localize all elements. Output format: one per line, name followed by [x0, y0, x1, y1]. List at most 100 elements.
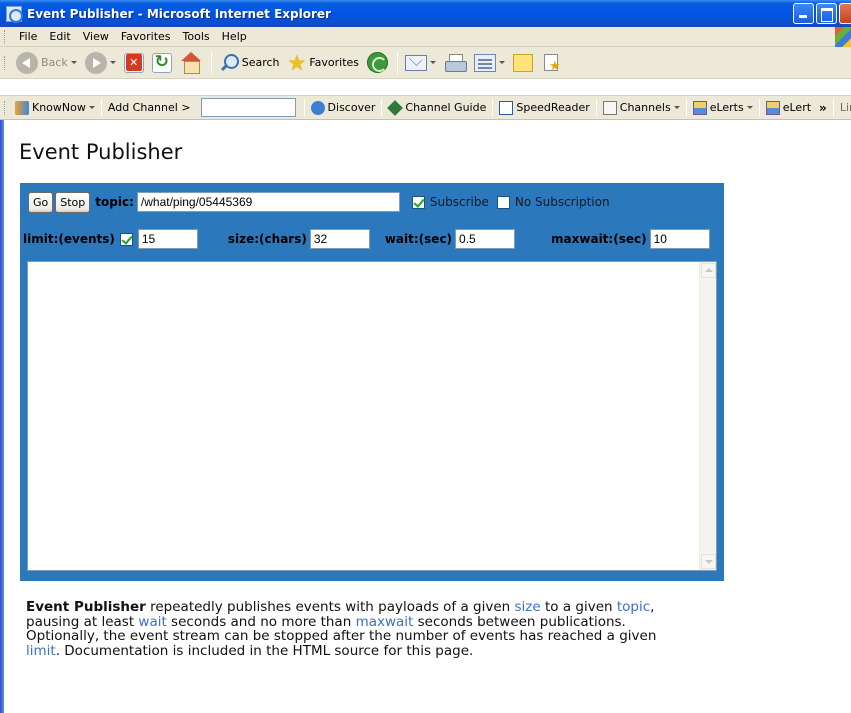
back-button[interactable]: Back: [13, 50, 80, 76]
toolbar-separator: [303, 99, 305, 116]
stop-publishing-button[interactable]: Stop: [55, 191, 91, 213]
menu-file[interactable]: File: [13, 30, 43, 43]
menu-favorites[interactable]: Favorites: [115, 30, 177, 43]
window-title-bar: Event Publisher - Microsoft Internet Exp…: [0, 0, 851, 27]
chevron-down-icon[interactable]: [109, 61, 116, 64]
parameters-row: limit:(events) 15 size:(chars) 32 wait:(…: [23, 228, 718, 250]
maxwait-input[interactable]: 10: [649, 229, 710, 249]
go-button[interactable]: Go: [28, 191, 54, 213]
edit-icon: [474, 53, 497, 72]
search-label: Search: [241, 56, 280, 69]
toolbar-grip[interactable]: [4, 29, 7, 44]
wait-input[interactable]: 0.5: [455, 229, 516, 249]
channels-menu[interactable]: Channels: [599, 97, 684, 118]
toolbar-grip[interactable]: [4, 100, 5, 115]
window-controls: [793, 3, 851, 24]
elerts-label: eLerts: [709, 101, 744, 114]
favorites-label: Favorites: [309, 56, 360, 69]
subscribe-label: Subscribe: [429, 195, 489, 209]
vertical-scrollbar[interactable]: [699, 262, 716, 570]
more-chevron[interactable]: »: [819, 101, 827, 115]
subscribe-checkbox[interactable]: [411, 195, 425, 209]
chevron-down-icon: [88, 106, 95, 109]
event-log-textarea[interactable]: [27, 261, 717, 571]
discover-button[interactable]: Discover: [307, 97, 380, 118]
mail-button[interactable]: [402, 50, 439, 76]
menu-tools[interactable]: Tools: [177, 30, 216, 43]
toolbar-separator: [100, 99, 102, 116]
topic-input[interactable]: /what/ping/05445369: [136, 192, 400, 212]
size-input[interactable]: 32: [309, 229, 370, 249]
toolbar-grip[interactable]: [4, 55, 7, 70]
stop-icon: [123, 52, 144, 73]
description-text: . Documentation is included in the HTML …: [55, 642, 474, 659]
toolbar-separator: [758, 99, 760, 116]
topic-label: topic:: [95, 195, 134, 209]
search-icon: [219, 53, 239, 73]
forward-button[interactable]: [82, 50, 119, 76]
refresh-button[interactable]: [149, 50, 175, 76]
minimize-icon[interactable]: [793, 3, 814, 24]
discuss-button[interactable]: [510, 50, 536, 76]
add-channel-button[interactable]: Add Channel >: [104, 97, 195, 118]
channels-label: Channels: [619, 101, 671, 114]
window-title: Event Publisher - Microsoft Internet Exp…: [27, 6, 331, 21]
channel-guide-button[interactable]: Channel Guide: [384, 97, 490, 118]
no-subscription-label: No Subscription: [514, 195, 610, 209]
toolbar-separator: [210, 51, 212, 74]
menu-view[interactable]: View: [77, 30, 115, 43]
no-subscription-checkbox[interactable]: [496, 195, 510, 209]
search-button[interactable]: Search: [216, 50, 283, 76]
chevron-down-icon[interactable]: [499, 61, 506, 64]
maxwait-label: maxwait:(sec): [551, 232, 647, 246]
menu-edit[interactable]: Edit: [43, 30, 76, 43]
close-icon[interactable]: [839, 3, 851, 24]
chevron-down-icon[interactable]: [430, 61, 437, 64]
maximize-icon[interactable]: [816, 3, 837, 24]
size-label: size:(chars): [227, 232, 307, 246]
print-button[interactable]: [441, 50, 469, 76]
favorites-button[interactable]: ★ Favorites: [285, 50, 363, 76]
knownow-label: KnowNow: [32, 101, 86, 114]
limit-keyword: limit: [26, 642, 56, 659]
channel-input[interactable]: [200, 98, 296, 117]
menu-help[interactable]: Help: [216, 30, 253, 43]
knownow-menu[interactable]: KnowNow: [11, 97, 99, 118]
media-button[interactable]: [364, 50, 391, 76]
links-label[interactable]: Links: [840, 101, 851, 114]
chevron-down-icon: [673, 106, 680, 109]
elert-label: eLert: [782, 101, 812, 114]
back-label: Back: [41, 56, 68, 69]
toolbar-separator: [832, 99, 834, 116]
chevron-down-icon[interactable]: [70, 61, 77, 64]
limit-input[interactable]: 15: [137, 229, 198, 249]
elert-icon: [765, 100, 780, 115]
home-button[interactable]: [177, 50, 205, 76]
edit-button[interactable]: [471, 50, 508, 76]
channel-guide-label: Channel Guide: [405, 101, 487, 114]
limit-label: limit:(events): [23, 232, 115, 246]
standard-toolbar: Back Search ★ Favorites: [0, 47, 851, 79]
ie-logo-icon: [6, 5, 23, 23]
windows-logo-icon: [835, 27, 851, 47]
window-border: [0, 120, 4, 713]
wait-label: wait:(sec): [384, 232, 453, 246]
description-paragraph: Event Publisher repeatedly publishes eve…: [26, 600, 686, 658]
research-icon: [541, 53, 561, 74]
mail-icon: [405, 54, 428, 71]
knownow-icon: [15, 100, 29, 115]
chevron-down-icon: [746, 106, 753, 109]
publisher-panel: Go Stop topic: /what/ping/05445369 Subsc…: [20, 183, 724, 581]
home-icon: [180, 51, 202, 74]
scroll-down-icon[interactable]: [701, 554, 716, 569]
messenger-button[interactable]: [538, 50, 564, 76]
limit-checkbox[interactable]: [119, 232, 133, 246]
elert-button[interactable]: eLert: [762, 97, 815, 118]
topic-row: Go Stop topic: /what/ping/05445369 Subsc…: [28, 191, 618, 213]
stop-button[interactable]: [121, 50, 147, 76]
elerts-menu[interactable]: eLerts: [689, 97, 757, 118]
speedreader-button[interactable]: SpeedReader: [495, 97, 593, 118]
page-title: Event Publisher: [19, 140, 183, 164]
scroll-up-icon[interactable]: [701, 263, 716, 278]
channels-icon: [602, 100, 617, 115]
